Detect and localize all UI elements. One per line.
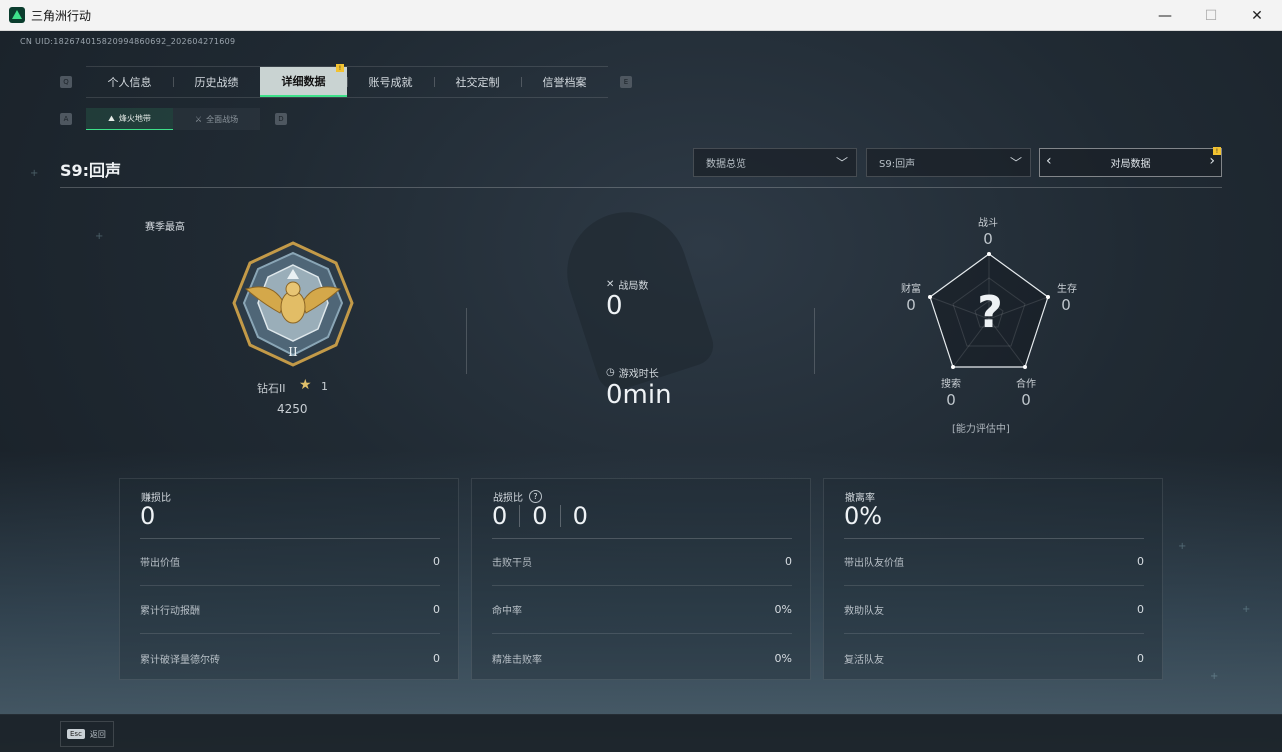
decor-crosshair: + <box>30 168 39 179</box>
tab-next-key-hint[interactable]: E <box>620 76 632 88</box>
radar-evaluating-note: [能力评估中] <box>952 424 1010 435</box>
user-uid: CN UID:1826740158209948606​92_2026042716… <box>20 37 236 46</box>
maximize-button[interactable]: ☐ <box>1188 0 1234 31</box>
season-dropdown[interactable]: S9:回声 ﹀ <box>866 148 1031 177</box>
profit-panel: 赚损比 0 带出价值 0 累计行动报酬 0 累计破译量德尔砖 0 <box>119 478 459 680</box>
section-divider <box>466 308 467 374</box>
notice-badge-icon: ! <box>336 64 344 72</box>
kd-values: 0 0 0 <box>492 502 588 530</box>
decor-crosshair: + <box>1210 671 1219 682</box>
match-data-selector[interactable]: ‹ 对局数据 › <box>1039 148 1222 177</box>
season-title: S9:回声 <box>60 161 122 180</box>
stat-row: 复活队友 0 <box>844 651 1144 666</box>
stat-row: 带出价值 0 <box>140 538 440 586</box>
back-button[interactable]: Esc 返回 <box>60 721 114 747</box>
game-viewport: + + + + + CN UID:1826740158209948606​92_… <box>0 31 1282 752</box>
stat-row: 命中率 0% <box>492 586 792 634</box>
tab-credit[interactable]: 信誉档案 <box>521 67 608 97</box>
tab-history[interactable]: 历史战绩 <box>173 67 260 97</box>
season-best-label: 赛季最高 <box>145 222 185 233</box>
stat-row: 累计行动报酬 0 <box>140 586 440 634</box>
kd-panel: 战损比 ? 0 0 0 击败干员 0 命中率 0% 精准击败率 0% <box>471 478 811 680</box>
tab-detailed-data[interactable]: 详细数据 <box>260 67 347 97</box>
radar-value-search: 0 <box>946 391 956 409</box>
section-divider <box>814 308 815 374</box>
mode-subtabs: ⛰ 烽火地带 ⚔ 全面战场 <box>86 108 260 130</box>
profit-ratio-value: 0 <box>140 502 156 530</box>
radar-value-combat: 0 <box>983 230 993 248</box>
tab-profile[interactable]: 个人信息 <box>86 67 173 97</box>
header-divider <box>60 187 1222 188</box>
main-tabs: 个人信息 历史战绩 详细数据 账号成就 社交定制 信誉档案 <box>86 66 608 98</box>
svg-text:II: II <box>288 345 298 359</box>
stat-row: 击败干员 0 <box>492 538 792 586</box>
rank-star-count: 1 <box>321 380 328 393</box>
playtime-label: ◷ 游戏时长 <box>606 367 659 380</box>
hazard-zone-icon: ⛰ <box>108 113 115 123</box>
stat-row: 带出队友价值 0 <box>844 538 1144 586</box>
window-titlebar: 三角洲行动 — ☐ ✕ <box>0 0 1282 31</box>
clock-icon: ◷ <box>606 367 615 378</box>
subtab-prev-key-hint[interactable]: A <box>60 113 72 125</box>
bottom-bar <box>0 714 1282 752</box>
subtab-hazard-zone[interactable]: ⛰ 烽火地带 <box>86 108 173 130</box>
esc-key-hint: Esc <box>67 729 85 739</box>
battlefield-icon: ⚔ <box>194 114 203 124</box>
chevron-left-icon[interactable]: ‹ <box>1046 153 1052 169</box>
app-icon <box>9 7 25 23</box>
chevron-down-icon: ﹀ <box>835 156 848 170</box>
overview-dropdown[interactable]: 数据总览 ﹀ <box>693 148 857 177</box>
notice-badge-icon: ! <box>1213 147 1221 155</box>
crossed-swords-icon: ✕ <box>606 279 615 290</box>
matches-value: 0 <box>606 291 623 321</box>
tab-social[interactable]: 社交定制 <box>434 67 521 97</box>
playtime-value: 0min <box>606 380 672 410</box>
minimize-button[interactable]: — <box>1142 0 1188 31</box>
chevron-down-icon: ﹀ <box>1009 156 1022 170</box>
matches-label: ✕ 战局数 <box>606 279 649 292</box>
radar-label-combat: 战斗 <box>978 218 998 229</box>
decor-crosshair: + <box>1178 541 1187 552</box>
radar-unknown-mark: ? <box>977 287 1003 338</box>
extract-panel: 撤离率 0% 带出队友价值 0 救助队友 0 复活队友 0 <box>823 478 1163 680</box>
decor-crosshair: + <box>1242 604 1251 615</box>
rank-score: 4250 <box>277 402 308 416</box>
close-button[interactable]: ✕ <box>1234 0 1280 31</box>
subtab-next-key-hint[interactable]: D <box>275 113 287 125</box>
decor-crosshair: + <box>95 231 104 242</box>
stat-row: 救助队友 0 <box>844 586 1144 634</box>
rank-name: 钻石II <box>257 382 286 395</box>
star-icon: ★ <box>299 377 312 393</box>
tab-prev-key-hint[interactable]: Q <box>60 76 72 88</box>
tab-achievements[interactable]: 账号成就 <box>347 67 434 97</box>
rank-medal-icon: II <box>232 241 354 367</box>
stat-row: 累计破译量德尔砖 0 <box>140 651 440 666</box>
chevron-right-icon[interactable]: › <box>1209 153 1215 169</box>
stat-row: 精准击败率 0% <box>492 651 792 666</box>
radar-value-coop: 0 <box>1021 391 1031 409</box>
subtab-full-battlefield[interactable]: ⚔ 全面战场 <box>173 108 260 130</box>
extract-rate-value: 0% <box>844 502 883 530</box>
window-title: 三角洲行动 <box>31 9 92 23</box>
